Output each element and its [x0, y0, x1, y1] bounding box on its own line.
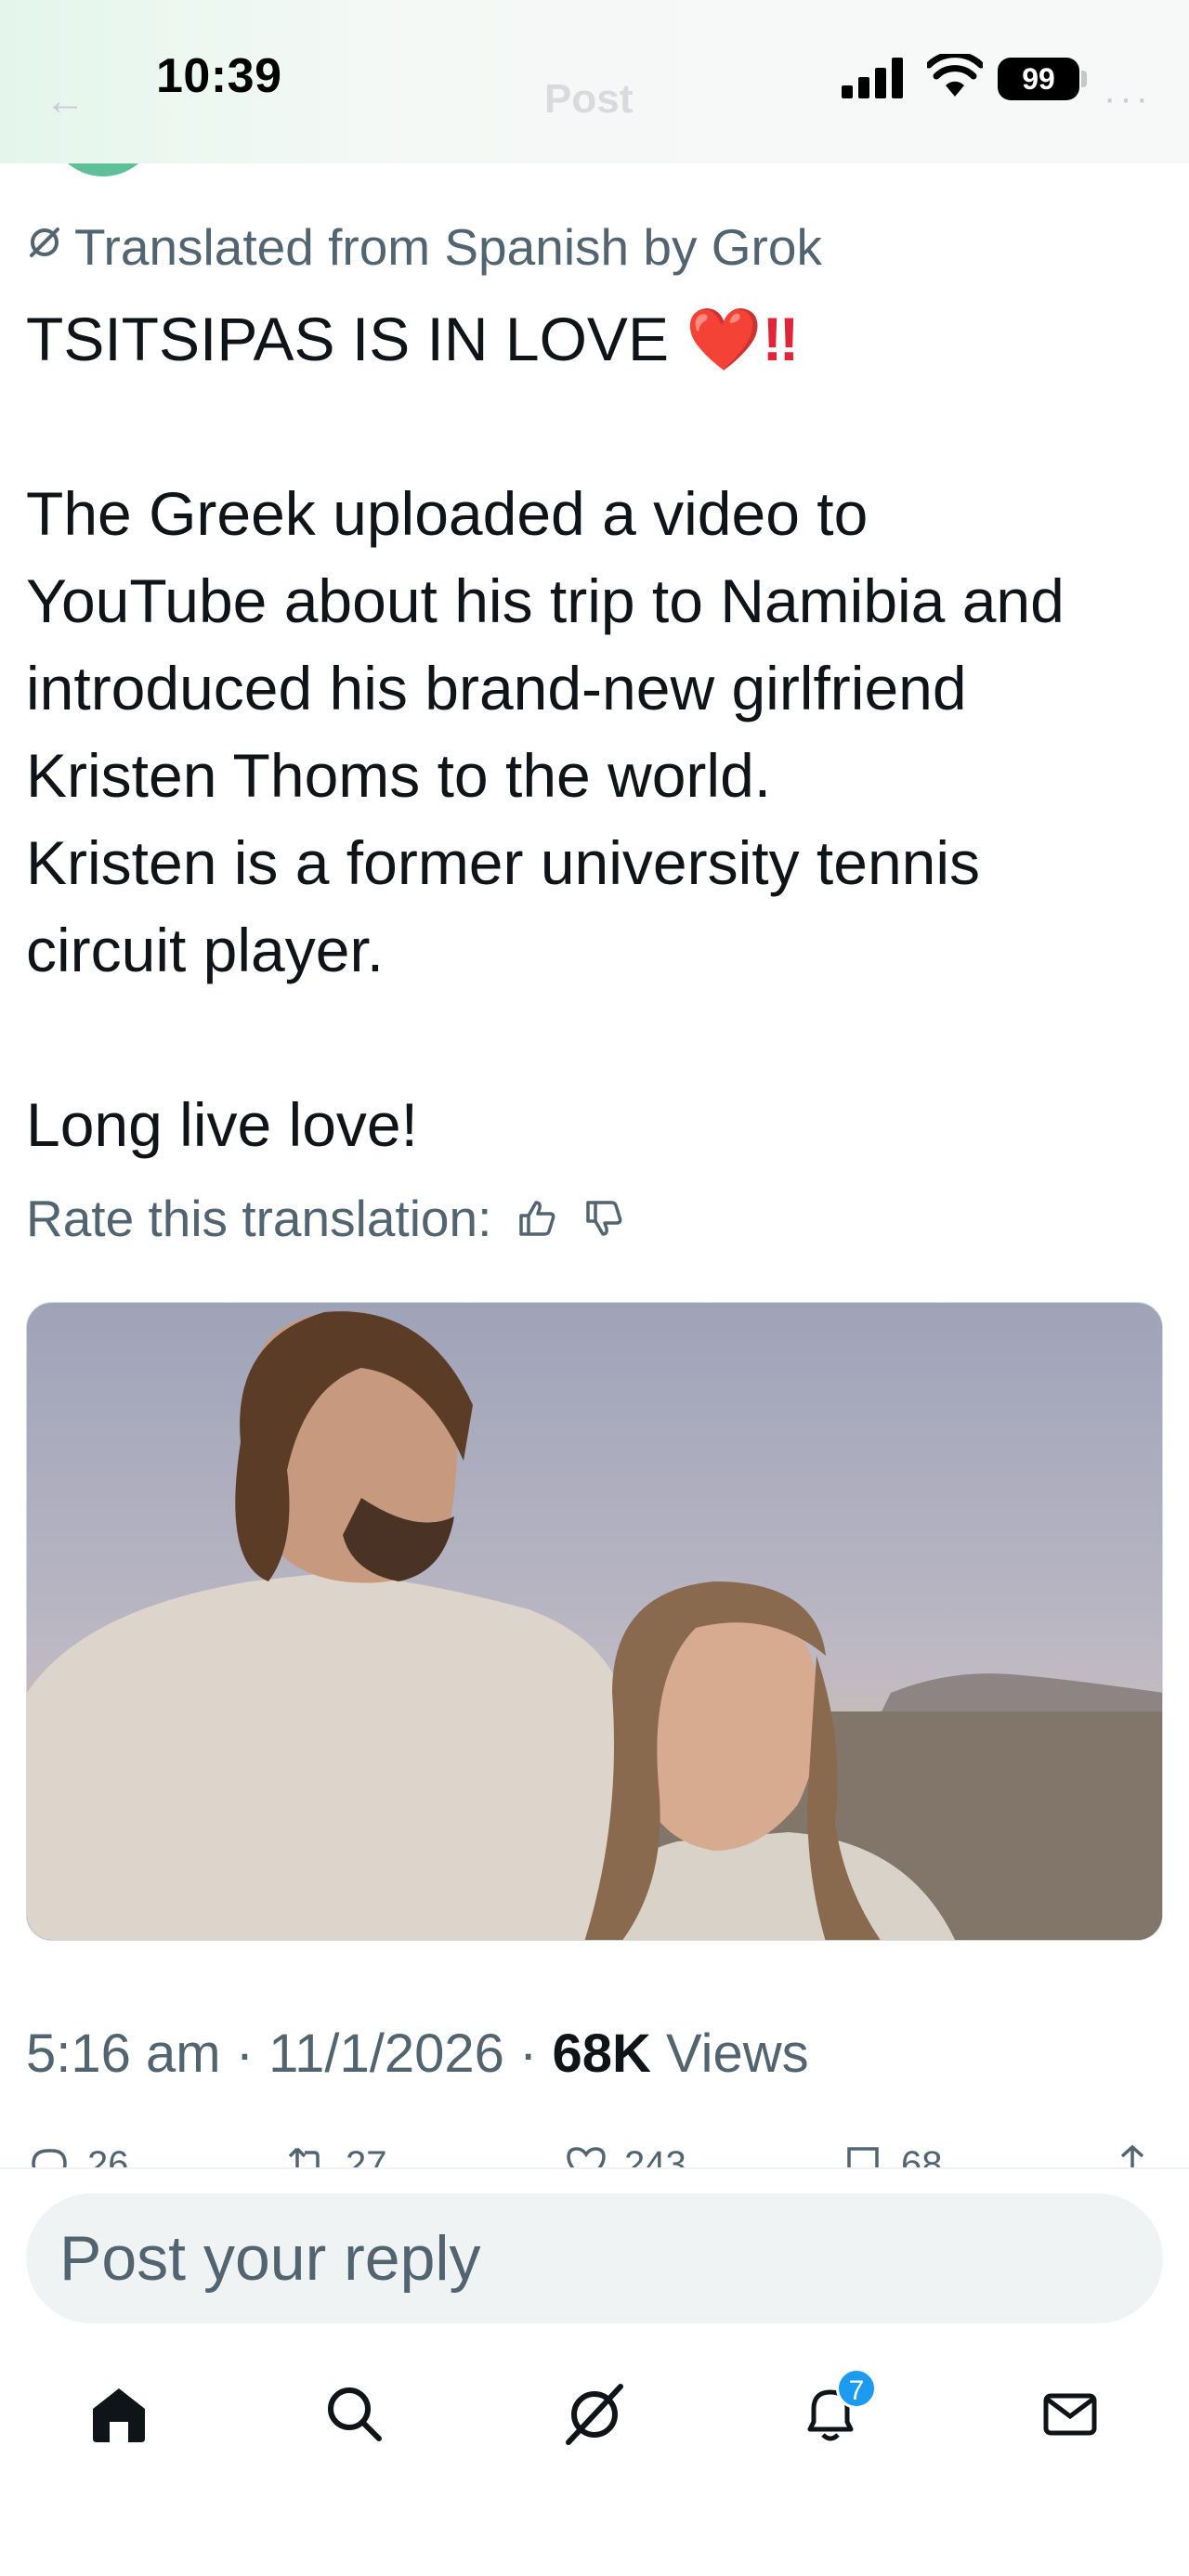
- tab-grok[interactable]: [557, 2377, 632, 2452]
- header-title: Post: [544, 76, 634, 122]
- heart-icon: [567, 2147, 606, 2169]
- post-media[interactable]: [26, 1302, 1163, 1941]
- battery-nub: [1081, 71, 1087, 87]
- back-arrow-icon[interactable]: ←: [45, 78, 85, 124]
- divider: [0, 2167, 1189, 2169]
- reply-icon: [32, 2149, 67, 2169]
- post-time: 5:16 am: [26, 2023, 221, 2084]
- share-icon: [1115, 2144, 1150, 2169]
- meta-separator: ·: [235, 2023, 255, 2084]
- share-button[interactable]: [1111, 2143, 1154, 2169]
- thumbs-up-icon[interactable]: [516, 1197, 558, 1240]
- home-icon: [93, 2388, 145, 2442]
- search-icon: [328, 2387, 382, 2441]
- bookmark-icon: [847, 2147, 879, 2169]
- bookmark-button[interactable]: 68: [842, 2143, 943, 2169]
- status-time: 10:39: [156, 49, 282, 103]
- post-date: 11/1/2026: [268, 2023, 504, 2084]
- like-count: 243: [624, 2143, 686, 2170]
- grok-icon: [26, 224, 67, 271]
- reply-count: 26: [87, 2143, 129, 2170]
- views-label[interactable]: Views: [666, 2023, 809, 2084]
- tab-messages[interactable]: [1033, 2377, 1107, 2452]
- reply-button[interactable]: 26: [28, 2143, 129, 2169]
- cellular-signal-icon: [842, 58, 903, 98]
- notifications-badge: 7: [836, 2368, 877, 2409]
- bottom-tab-bar: 7: [0, 2359, 1189, 2470]
- media-photo: [27, 1303, 1162, 1940]
- tab-notifications[interactable]: 7: [793, 2368, 877, 2452]
- like-button[interactable]: 243: [565, 2143, 686, 2169]
- bookmark-count: 68: [901, 2143, 943, 2170]
- post-headline: TSITSIPAS IS IN LOVE: [26, 305, 669, 373]
- more-icon[interactable]: ···: [1104, 78, 1152, 120]
- tab-home[interactable]: [82, 2377, 156, 2452]
- status-bar: ← Post ··· 10:39 99: [0, 0, 1189, 163]
- translated-label: Translated from Spanish by Grok: [26, 217, 822, 277]
- post-meta: 5:16 am · 11/1/2026 · 68K Views: [26, 2023, 809, 2085]
- heart-emoji: ❤️: [686, 305, 763, 373]
- action-bar: 26 27 243 68: [0, 2136, 1189, 2169]
- thumbs-down-icon[interactable]: [582, 1197, 625, 1240]
- repost-button[interactable]: 27: [286, 2143, 387, 2169]
- post-body: The Greek uploaded a video to YouTube ab…: [26, 479, 1065, 1159]
- meta-separator: ·: [519, 2023, 538, 2084]
- repost-count: 27: [346, 2143, 387, 2170]
- tab-search[interactable]: [318, 2377, 392, 2452]
- battery-icon: 99: [998, 58, 1079, 100]
- post-text: TSITSIPAS IS IN LOVE ❤️‼ The Greek uploa…: [26, 295, 1163, 1168]
- rate-translation: Rate this translation:: [26, 1189, 625, 1248]
- views-count: 68K: [552, 2023, 651, 2084]
- wifi-icon: [927, 54, 983, 97]
- grok-icon: [566, 2384, 623, 2445]
- double-exclamation-emoji: ‼: [762, 305, 800, 373]
- repost-icon: [288, 2147, 320, 2169]
- translated-text: Translated from Spanish by Grok: [74, 218, 822, 276]
- rate-label: Rate this translation:: [26, 1190, 492, 1247]
- reply-input[interactable]: Post your reply: [26, 2193, 1163, 2323]
- messages-icon: [1043, 2393, 1097, 2436]
